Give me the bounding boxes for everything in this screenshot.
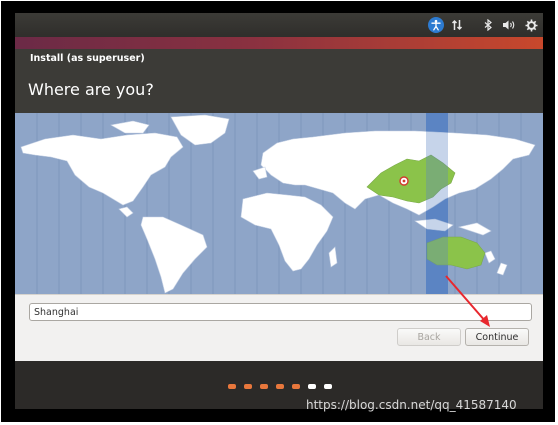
watermark: https://blog.csdn.net/qq_41587140 — [306, 398, 517, 412]
annotation-arrow — [445, 275, 490, 327]
